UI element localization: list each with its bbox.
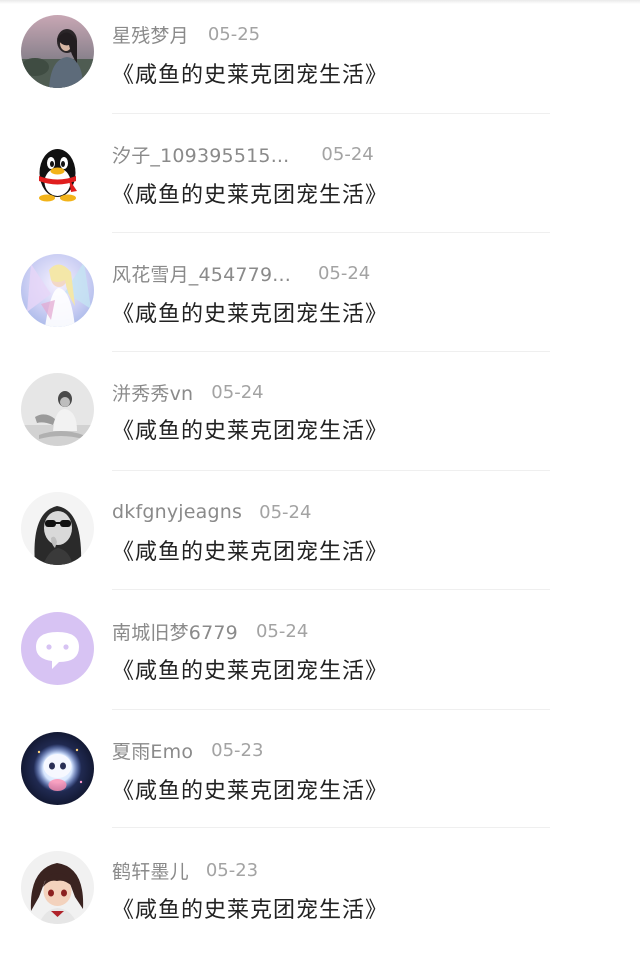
woman-photo-avatar[interactable]: [21, 15, 94, 88]
username[interactable]: 风花雪月_454779...: [112, 260, 291, 287]
qq-penguin-avatar[interactable]: [21, 135, 94, 208]
anime-girl-avatar[interactable]: [21, 254, 94, 327]
separator: [112, 470, 550, 471]
separator: [112, 351, 550, 352]
comment-text: 《咸鱼的史莱克团宠生活》: [112, 540, 389, 565]
glowing-robot-avatar[interactable]: [21, 732, 94, 805]
comment-item[interactable]: 洴秀秀vn 05-24 《咸鱼的史莱克团宠生活》: [0, 358, 640, 478]
separator: [112, 709, 550, 710]
comment-item[interactable]: 风花雪月_454779... 05-24 《咸鱼的史莱克团宠生活》: [0, 239, 640, 359]
comment-meta: 洴秀秀vn 05-24: [112, 378, 264, 406]
comment-text: 《咸鱼的史莱克团宠生活》: [112, 183, 389, 208]
comment-meta: 汐子_109395515... 05-24: [112, 140, 374, 168]
comment-date: 05-23: [205, 859, 259, 881]
comment-date: 05-24: [211, 381, 264, 403]
chat-bubble-avatar[interactable]: [21, 612, 94, 685]
comment-item[interactable]: 汐子_109395515... 05-24 《咸鱼的史莱克团宠生活》: [0, 120, 640, 240]
comment-meta: dkfgnyjeagns 05-24: [112, 498, 311, 526]
username[interactable]: 汐子_109395515...: [112, 141, 289, 168]
comment-text: 《咸鱼的史莱克团宠生活》: [112, 419, 389, 444]
comment-item[interactable]: 星残梦月 05-25 《咸鱼的史莱克团宠生活》: [0, 0, 640, 120]
comment-meta: 鹤轩墨儿 05-23: [112, 856, 258, 884]
comment-text: 《咸鱼的史莱克团宠生活》: [112, 63, 389, 88]
comment-meta: 夏雨Emo 05-23: [112, 736, 263, 764]
comment-text: 《咸鱼的史莱克团宠生活》: [112, 659, 389, 684]
comment-meta: 风花雪月_454779... 05-24: [112, 259, 370, 287]
comment-text: 《咸鱼的史莱克团宠生活》: [112, 779, 389, 804]
username[interactable]: dkfgnyjeagns: [112, 501, 242, 523]
separator: [112, 827, 550, 828]
comment-item[interactable]: 鹤轩墨儿 05-23 《咸鱼的史莱克团宠生活》: [0, 835, 640, 955]
comment-text: 《咸鱼的史莱克团宠生活》: [112, 898, 389, 923]
sunglasses-portrait-avatar[interactable]: [21, 492, 94, 565]
anime-boy-avatar[interactable]: [21, 851, 94, 924]
username[interactable]: 夏雨Emo: [112, 737, 193, 764]
separator: [112, 113, 550, 114]
comment-item[interactable]: 夏雨Emo 05-23 《咸鱼的史莱克团宠生活》: [0, 716, 640, 836]
comment-item[interactable]: dkfgnyjeagns 05-24 《咸鱼的史莱克团宠生活》: [0, 477, 640, 597]
username[interactable]: 鹤轩墨儿: [112, 857, 189, 884]
comment-item[interactable]: 南城旧梦6779 05-24 《咸鱼的史莱克团宠生活》: [0, 596, 640, 716]
comment-text: 《咸鱼的史莱克团宠生活》: [112, 302, 389, 327]
comment-date: 05-25: [207, 23, 261, 45]
username[interactable]: 星残梦月: [112, 21, 189, 48]
gray-portrait-avatar[interactable]: [21, 373, 94, 446]
separator: [112, 589, 550, 590]
comment-meta: 星残梦月 05-25: [112, 20, 260, 48]
comment-date: 05-24: [317, 262, 371, 284]
comment-date: 05-23: [211, 739, 264, 761]
separator: [112, 232, 550, 233]
comment-date: 05-24: [321, 143, 374, 165]
comment-meta: 南城旧梦6779 05-24: [112, 617, 308, 645]
username[interactable]: 洴秀秀vn: [112, 379, 193, 406]
username[interactable]: 南城旧梦6779: [112, 618, 238, 645]
comment-date: 05-24: [255, 620, 309, 642]
comment-date: 05-24: [259, 501, 312, 523]
